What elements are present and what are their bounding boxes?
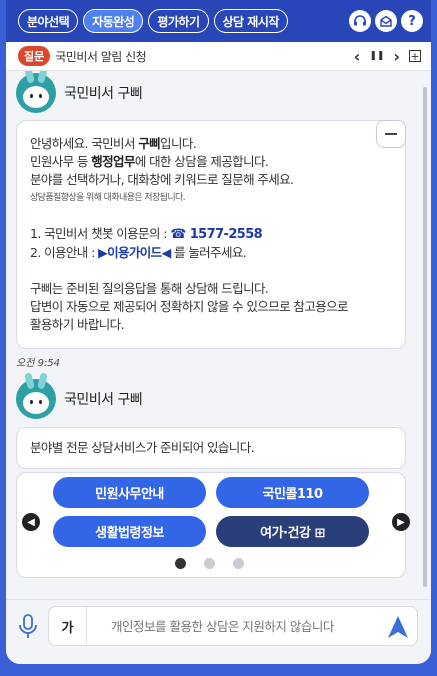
- welcome-line2: 민원사무 등 행정업무에 대한 상담을 제공합니다.: [30, 154, 269, 169]
- bot-name: 국민비서 구삐: [64, 86, 143, 102]
- call110-button[interactable]: 국민콜110: [216, 477, 369, 508]
- law-info-button[interactable]: 생활법령정보: [53, 516, 206, 547]
- disclaimer-line1: 구삐는 준비된 질의응답을 통해 상담해 드립니다.: [30, 281, 269, 296]
- timestamp: 오전 9:54: [16, 358, 61, 369]
- user-guide-link[interactable]: ▶이용가이드◀: [98, 245, 171, 260]
- next-notice-icon[interactable]: ›: [393, 47, 400, 66]
- minimize-button[interactable]: [376, 120, 406, 148]
- phone-number[interactable]: ☎ 1577-2558: [170, 227, 262, 242]
- rating-button[interactable]: 평가하기: [148, 9, 209, 33]
- welcome-line3: 분야를 선택하거나, 대화창에 키워드로 질문해 주세요.: [30, 172, 294, 187]
- bot-header: 국민비서 구삐: [16, 71, 143, 113]
- prev-notice-icon[interactable]: ‹: [354, 47, 361, 66]
- microphone-icon[interactable]: [18, 614, 38, 640]
- expand-icon[interactable]: +: [409, 50, 421, 62]
- bot-name-2: 국민비서 구삐: [64, 392, 143, 408]
- bot-header-2: 국민비서 구삐: [16, 372, 143, 419]
- page-dot-1[interactable]: [175, 558, 186, 569]
- welcome-notice: 상담품질향상을 위해 대화내용은 저장됩니다.: [30, 193, 186, 203]
- disclaimer-line2: 답변이 자동으로 제공되어 정확하지 않을 수 있으므로 참고용으로: [30, 299, 349, 314]
- contact-line: 1. 국민비서 챗봇 이용문의 : ☎ 1577-2558: [30, 226, 263, 242]
- page-dot-3[interactable]: [233, 558, 244, 569]
- page-dot-2[interactable]: [204, 558, 215, 569]
- restart-button[interactable]: 상담 재시작: [213, 9, 288, 33]
- notice-text[interactable]: 국민비서 알림 신청: [55, 48, 146, 65]
- mail-icon[interactable]: [375, 10, 397, 32]
- headset-icon[interactable]: [349, 10, 371, 32]
- message-input-wrapper: 가: [48, 606, 418, 646]
- notice-controls: ‹ ❚❚ › +: [354, 47, 421, 66]
- autocomplete-button[interactable]: 자동완성: [83, 9, 144, 33]
- guide-line: 2. 이용안내 : ▶이용가이드◀ 를 눌러주세요.: [30, 245, 247, 260]
- bot-avatar: [16, 71, 56, 113]
- chat-area: 국민비서 구삐 안녕하세요. 국민비서 구삐입니다. 민원사무 등 행정업무에 …: [6, 71, 431, 599]
- menu-next-arrow-icon[interactable]: ▶: [392, 513, 410, 531]
- leisure-health-button[interactable]: 여가·건강 ⊞: [216, 516, 369, 547]
- question-badge: 질문: [18, 46, 51, 66]
- pause-icon[interactable]: ❚❚: [369, 51, 384, 61]
- service-message: 분야별 전문 상담서비스가 준비되어 있습니다.: [16, 427, 406, 469]
- chatbot-window: 분야선택 자동완성 평가하기 상담 재시작 ? 질문 국민비서 알림 신청 ‹ …: [6, 0, 431, 664]
- toolbar-icons: ?: [349, 10, 423, 32]
- top-toolbar: 분야선택 자동완성 평가하기 상담 재시작 ?: [6, 0, 431, 42]
- message-input[interactable]: [87, 618, 377, 634]
- disclaimer-line3: 활용하기 바랍니다.: [30, 317, 125, 332]
- input-bar: 가: [6, 599, 431, 664]
- notice-bar: 질문 국민비서 알림 신청 ‹ ❚❚ › +: [6, 42, 431, 71]
- welcome-line1: 안녕하세요. 국민비서 구삐입니다.: [30, 136, 197, 151]
- help-icon[interactable]: ?: [401, 10, 423, 32]
- field-select-button[interactable]: 분야선택: [18, 9, 79, 33]
- welcome-message: 안녕하세요. 국민비서 구삐입니다. 민원사무 등 행정업무에 대한 상담을 제…: [16, 120, 406, 349]
- chat-scrollbar[interactable]: [423, 87, 427, 587]
- bot-avatar-2: [16, 372, 56, 419]
- civil-affairs-button[interactable]: 민원사무안내: [53, 477, 206, 508]
- korean-toggle-button[interactable]: 가: [49, 607, 87, 645]
- menu-prev-arrow-icon[interactable]: ◀: [22, 513, 40, 531]
- menu-pagination: [175, 558, 244, 569]
- service-menu: ◀ 민원사무안내 국민콜110 생활법령정보 여가·건강 ⊞ ▶: [16, 472, 410, 578]
- send-icon[interactable]: [387, 615, 409, 639]
